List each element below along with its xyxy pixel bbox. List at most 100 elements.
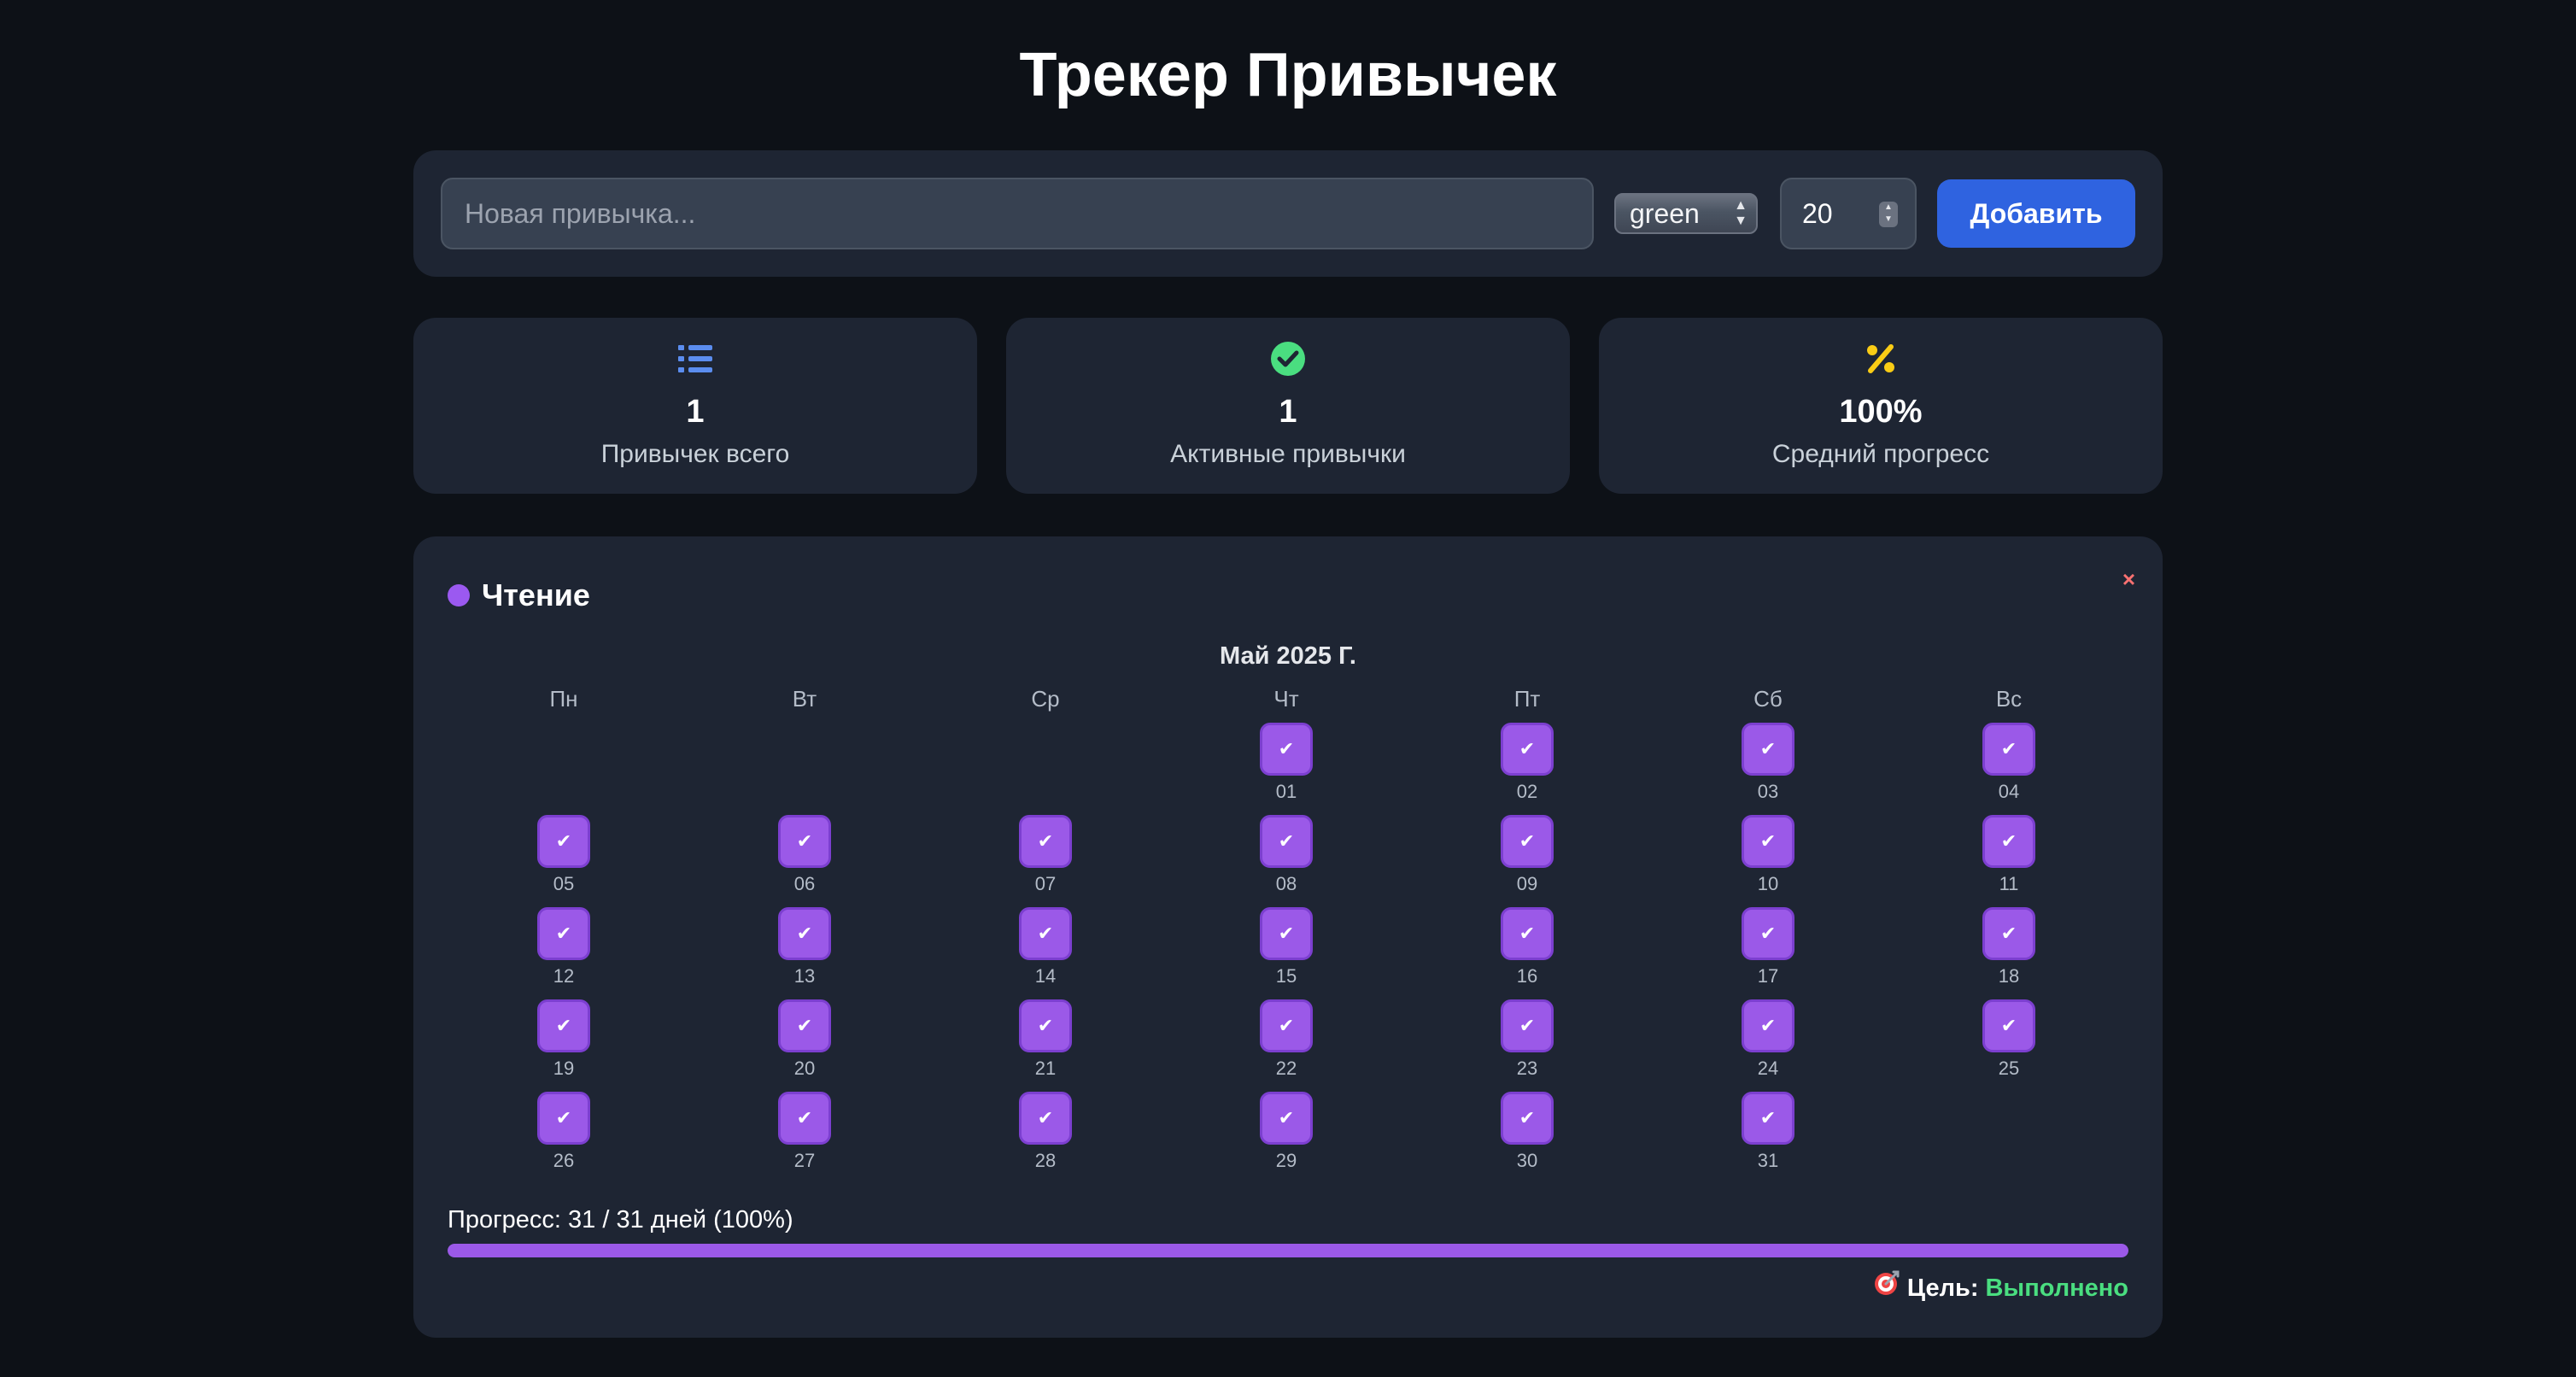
day-checkbox[interactable]: ✔	[1019, 1092, 1072, 1145]
stat-label: Привычек всего	[600, 440, 790, 468]
day-number: 31	[1757, 1150, 1779, 1171]
day-checkbox[interactable]: ✔	[537, 815, 590, 868]
habit-color-dot	[448, 584, 470, 606]
day-number: 26	[553, 1150, 575, 1171]
day-number: 18	[1998, 965, 2020, 987]
add-habit-button[interactable]: Добавить	[1937, 179, 2135, 248]
weekday-label: Вт	[792, 686, 817, 712]
page-title: Трекер Привычек	[1019, 41, 1557, 109]
color-select-value: green	[1630, 198, 1700, 229]
stat-value: 1	[686, 394, 705, 430]
day-checkbox[interactable]: ✔	[778, 999, 831, 1052]
day-checkbox[interactable]: ✔	[1982, 815, 2035, 868]
stat-card-total: 1 Привычек всего	[413, 318, 977, 494]
add-habit-form: green ▲▼ 20 ▲▼ Добавить	[413, 150, 2163, 277]
day-number: 12	[553, 965, 575, 987]
day-checkbox[interactable]: ✔	[1019, 815, 1072, 868]
weekday-label: Пн	[549, 686, 578, 712]
weekday-label: Сб	[1753, 686, 1783, 712]
day-checkbox[interactable]: ✔	[1982, 907, 2035, 960]
day-checkbox[interactable]: ✔	[1501, 815, 1554, 868]
day-checkbox[interactable]: ✔	[1260, 907, 1313, 960]
day-checkbox[interactable]: ✔	[778, 907, 831, 960]
day-number: 20	[793, 1058, 816, 1079]
progress-bar-fill	[448, 1244, 2128, 1257]
day-checkbox[interactable]: ✔	[1501, 907, 1554, 960]
goal-label: Цель:	[1906, 1274, 1979, 1302]
day-number: 23	[1516, 1058, 1538, 1079]
day-number: 25	[1998, 1058, 2020, 1079]
weekday-label: Чт	[1273, 686, 1299, 712]
habit-tracker-page: Трекер Привычек green ▲▼ 20 ▲▼ Добавить …	[0, 0, 2576, 1377]
day-checkbox[interactable]: ✔	[1260, 723, 1313, 776]
day-number: 07	[1034, 873, 1057, 894]
day-number: 29	[1275, 1150, 1297, 1171]
day-checkbox[interactable]: ✔	[1019, 999, 1072, 1052]
day-number: 01	[1275, 781, 1297, 802]
stat-value: 1	[1279, 394, 1297, 430]
percent-icon	[1599, 340, 2163, 378]
day-number: 02	[1516, 781, 1538, 802]
day-number: 06	[793, 873, 816, 894]
day-number: 16	[1516, 965, 1538, 987]
stat-card-average: 100% Средний прогресс	[1599, 318, 2163, 494]
day-checkbox[interactable]: ✔	[537, 999, 590, 1052]
goal-status-line: Цель: Выполнено	[1873, 1269, 2128, 1306]
stat-label: Активные привычки	[1170, 440, 1406, 468]
day-number: 13	[793, 965, 816, 987]
day-checkbox[interactable]: ✔	[1260, 999, 1313, 1052]
day-checkbox[interactable]: ✔	[1742, 999, 1794, 1052]
day-checkbox[interactable]: ✔	[778, 815, 831, 868]
goal-days-input[interactable]: 20 ▲ ▼	[1780, 178, 1917, 249]
goal-status: Выполнено	[1985, 1274, 2128, 1302]
color-select[interactable]: green ▲ ▼	[1614, 193, 1758, 234]
day-number: 27	[793, 1150, 816, 1171]
day-number: 10	[1757, 873, 1779, 894]
check-circle-icon	[1006, 340, 1570, 378]
habit-name: Чтение	[482, 577, 590, 612]
stepper-arrows-icon[interactable]: ▲ ▼	[1879, 202, 1898, 227]
list-icon	[413, 340, 977, 378]
weekday-label: Вс	[1995, 686, 2023, 712]
select-arrows-icon: ▲ ▼	[1734, 198, 1748, 228]
day-checkbox[interactable]: ✔	[778, 1092, 831, 1145]
day-checkbox[interactable]: ✔	[1501, 1092, 1554, 1145]
calendar-month-title: Май 2025 Г.	[1220, 642, 1356, 670]
progress-text: Прогресс: 31 / 31 дней (100%)	[448, 1206, 793, 1233]
day-number: 08	[1275, 873, 1297, 894]
day-number: 04	[1998, 781, 2020, 802]
day-checkbox[interactable]: ✔	[1742, 907, 1794, 960]
day-checkbox[interactable]: ✔	[537, 907, 590, 960]
stat-card-active: 1 Активные привычки	[1006, 318, 1570, 494]
day-checkbox[interactable]: ✔	[1742, 1092, 1794, 1145]
delete-habit-button[interactable]: ×	[2122, 565, 2135, 593]
day-number: 28	[1034, 1150, 1057, 1171]
day-number: 22	[1275, 1058, 1297, 1079]
day-checkbox[interactable]: ✔	[1019, 907, 1072, 960]
target-icon	[1873, 1269, 1900, 1306]
day-number: 11	[1999, 873, 2019, 894]
day-checkbox[interactable]: ✔	[1501, 723, 1554, 776]
day-number: 24	[1757, 1058, 1779, 1079]
day-number: 15	[1275, 965, 1297, 987]
day-number: 03	[1757, 781, 1779, 802]
stat-label: Средний прогресс	[1771, 440, 1990, 468]
day-checkbox[interactable]: ✔	[1982, 723, 2035, 776]
day-number: 30	[1516, 1150, 1538, 1171]
day-number: 05	[553, 873, 575, 894]
stat-value: 100%	[1839, 394, 1923, 430]
habit-name-input[interactable]	[441, 178, 1594, 249]
day-number: 14	[1034, 965, 1057, 987]
weekday-label: Пт	[1513, 686, 1541, 712]
day-number: 21	[1034, 1058, 1057, 1079]
day-checkbox[interactable]: ✔	[1742, 723, 1794, 776]
day-checkbox[interactable]: ✔	[1742, 815, 1794, 868]
day-number: 09	[1516, 873, 1538, 894]
habit-card: Чтение × Май 2025 Г. Пн Вт Ср Чт Пт Сб Вс ✔ 01 ✔ 0…	[413, 536, 2163, 1338]
day-checkbox[interactable]: ✔	[537, 1092, 590, 1145]
day-checkbox[interactable]: ✔	[1260, 815, 1313, 868]
day-checkbox[interactable]: ✔	[1982, 999, 2035, 1052]
goal-days-value: 20	[1802, 198, 1833, 229]
day-checkbox[interactable]: ✔	[1501, 999, 1554, 1052]
day-checkbox[interactable]: ✔	[1260, 1092, 1313, 1145]
